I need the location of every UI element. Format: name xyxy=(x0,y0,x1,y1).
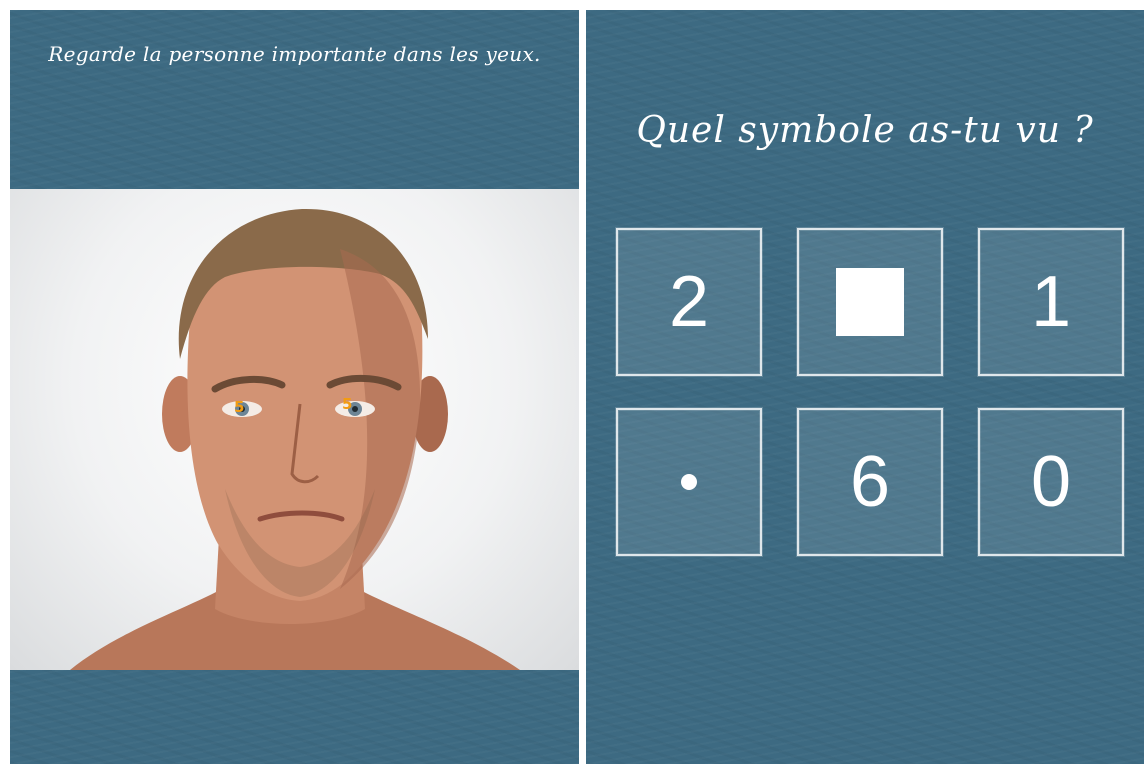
instruction-text: Regarde la personne importante dans les … xyxy=(48,42,541,66)
choice-label: 6 xyxy=(849,442,891,522)
choice-1-button[interactable]: 1 xyxy=(978,228,1124,376)
choice-0-button[interactable]: 0 xyxy=(978,408,1124,556)
attention-screen: Regarde la personne importante dans les … xyxy=(10,10,579,764)
square-icon xyxy=(836,268,904,336)
left-eye-marker: 5 xyxy=(234,398,245,416)
dot-icon xyxy=(681,474,697,490)
choice-label: 2 xyxy=(668,262,710,342)
choice-label: 1 xyxy=(1030,262,1072,342)
question-screen: Quel symbole as-tu vu ? 2 1 6 0 xyxy=(586,10,1144,764)
choice-label: 0 xyxy=(1030,442,1072,522)
face-illustration xyxy=(70,208,520,670)
choice-dot-button[interactable] xyxy=(616,408,762,556)
choice-2-button[interactable]: 2 xyxy=(616,228,762,376)
question-text: Quel symbole as-tu vu ? xyxy=(636,110,1094,151)
choice-6-button[interactable]: 6 xyxy=(797,408,943,556)
right-eye-marker: 5 xyxy=(342,395,353,413)
face-photo: 5 5 xyxy=(10,189,579,670)
choice-square-button[interactable] xyxy=(797,228,943,376)
